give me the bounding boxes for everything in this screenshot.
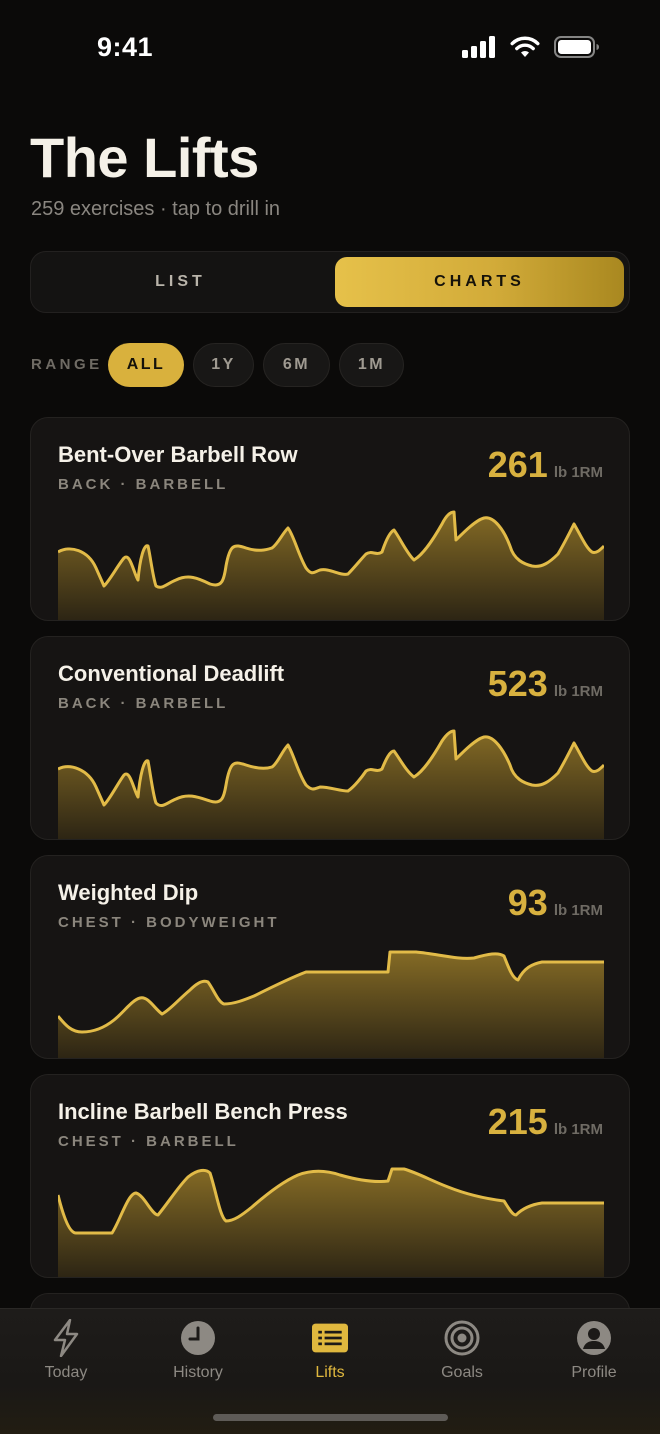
range-all-button[interactable]: ALL (108, 343, 184, 387)
lift-max-unit: lb 1RM (553, 902, 603, 919)
lift-max: 93 lb 1RM (508, 882, 603, 924)
wifi-icon (510, 36, 540, 58)
lift-trend-chart (58, 1167, 604, 1277)
view-toggle: LIST CHARTS (30, 251, 630, 313)
page-title: The Lifts (30, 126, 259, 189)
page-subtitle: 259 exercises · tap to drill in (31, 198, 281, 220)
range-1m-button[interactable]: 1M (339, 343, 404, 387)
cellular-signal-icon (462, 36, 496, 58)
lift-name: Bent-Over Barbell Row (58, 442, 298, 467)
tab-label: Profile (571, 1364, 617, 1381)
range-6m-button[interactable]: 6M (263, 343, 330, 387)
lift-max: 523 lb 1RM (488, 663, 603, 705)
tab-label: Goals (441, 1364, 483, 1381)
lift-meta: BACK · BARBELL (58, 695, 229, 712)
lift-max-unit: lb 1RM (553, 464, 603, 481)
lift-card[interactable]: Conventional Deadlift BACK · BARBELL 523… (30, 636, 630, 840)
tab-label: Today (44, 1364, 88, 1381)
clock-icon (180, 1319, 216, 1357)
lift-trend-chart (58, 510, 604, 620)
lift-trend-chart (58, 729, 604, 839)
lift-name: Conventional Deadlift (58, 661, 285, 686)
home-indicator (213, 1414, 448, 1421)
tab-label: Lifts (315, 1364, 345, 1381)
lift-max-value: 93 (507, 882, 548, 923)
lift-max-value: 215 (487, 1101, 548, 1142)
lift-max-value: 261 (487, 444, 548, 485)
bolt-icon (48, 1319, 84, 1357)
lift-meta: BACK · BARBELL (58, 476, 229, 493)
lift-card[interactable]: Bent-Over Barbell Row BACK · BARBELL 261… (30, 417, 630, 621)
tab-profile[interactable]: Profile (528, 1309, 660, 1399)
lift-name: Weighted Dip (58, 880, 199, 905)
status-time: 9:41 (97, 32, 154, 62)
status-icons (462, 36, 600, 58)
lift-meta: CHEST · BODYWEIGHT (58, 914, 280, 931)
status-bar: 9:41 (0, 0, 660, 96)
range-1y-button[interactable]: 1Y (193, 343, 254, 387)
lift-meta: CHEST · BARBELL (58, 1133, 239, 1150)
tab-lifts[interactable]: Lifts (264, 1309, 396, 1399)
target-icon (444, 1319, 480, 1357)
lift-max-unit: lb 1RM (553, 1121, 603, 1138)
lift-max-unit: lb 1RM (553, 683, 603, 700)
lift-max-value: 523 (487, 663, 548, 704)
tab-history[interactable]: History (132, 1309, 264, 1399)
range-label: RANGE (31, 356, 103, 373)
battery-icon (554, 36, 600, 58)
list-icon (312, 1319, 348, 1357)
list-view-button[interactable]: LIST (36, 257, 325, 307)
tab-goals[interactable]: Goals (396, 1309, 528, 1399)
person-icon (576, 1319, 612, 1357)
lift-max: 261 lb 1RM (488, 444, 603, 486)
lift-card[interactable]: Weighted Dip CHEST · BODYWEIGHT 93 lb 1R… (30, 855, 630, 1059)
lift-max: 215 lb 1RM (488, 1101, 603, 1143)
lift-trend-chart (58, 950, 604, 1058)
tab-label: History (173, 1364, 223, 1381)
tab-today[interactable]: Today (0, 1309, 132, 1399)
charts-view-button[interactable]: CHARTS (335, 257, 624, 307)
lift-card[interactable]: Incline Barbell Bench Press CHEST · BARB… (30, 1074, 630, 1278)
lift-name: Incline Barbell Bench Press (58, 1099, 348, 1124)
